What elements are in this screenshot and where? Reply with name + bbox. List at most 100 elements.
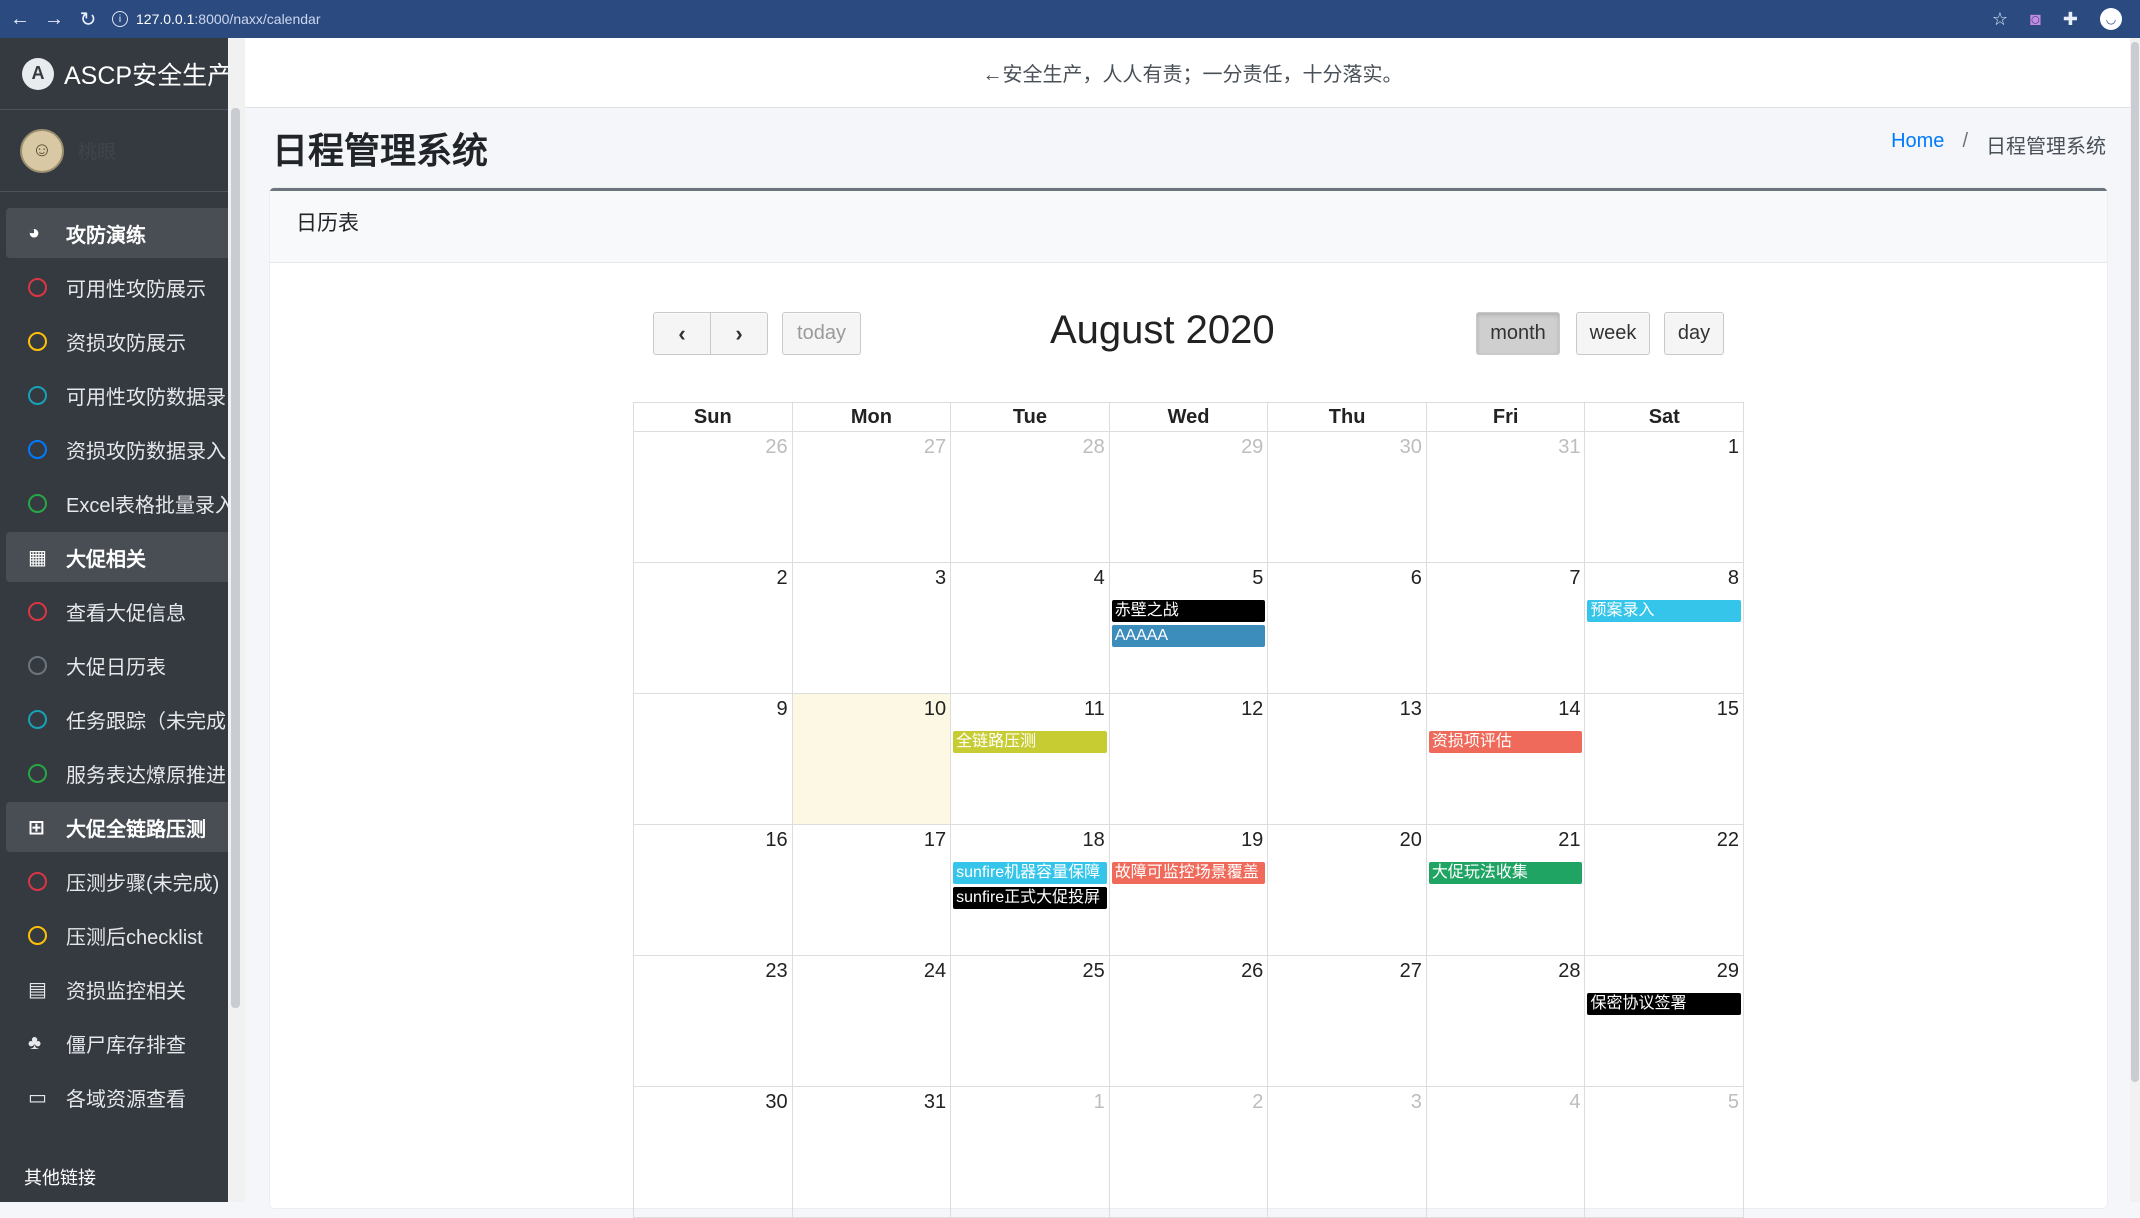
day-number[interactable]: 30 xyxy=(1400,436,1422,459)
puzzle-icon[interactable]: ✚ xyxy=(2063,9,2078,30)
back-arrow-icon[interactable]: ← xyxy=(6,5,34,33)
calendar-event[interactable]: 资损项评估 xyxy=(1428,731,1583,753)
sidebar-item[interactable]: ⊞ 大促全链路压测 xyxy=(6,802,235,852)
profile-icon[interactable]: ◡ xyxy=(2100,8,2122,30)
day-number[interactable]: 10 xyxy=(924,698,946,721)
day-number[interactable]: 31 xyxy=(924,1091,946,1114)
day-number[interactable]: 27 xyxy=(924,436,946,459)
day-number[interactable]: 5 xyxy=(1252,567,1263,590)
day-number[interactable]: 1 xyxy=(1728,436,1739,459)
day-number[interactable]: 4 xyxy=(1569,1091,1580,1114)
day-number[interactable]: 19 xyxy=(1241,829,1263,852)
calendar-day[interactable]: 1 xyxy=(950,1087,1109,1217)
calendar-day[interactable]: 1 xyxy=(1584,432,1745,562)
calendar-day[interactable]: 13 xyxy=(1267,694,1426,824)
calendar-day[interactable]: 30 xyxy=(633,1087,792,1217)
month-view-button[interactable]: month xyxy=(1476,312,1560,355)
day-number[interactable]: 3 xyxy=(1411,1091,1422,1114)
calendar-day[interactable]: 4 xyxy=(1425,1087,1585,1217)
calendar-event[interactable]: 保密协议签署 xyxy=(1587,993,1742,1015)
day-number[interactable]: 31 xyxy=(1558,436,1580,459)
calendar-event[interactable]: AAAAA xyxy=(1111,625,1266,647)
sidebar-item[interactable]: ◕ 攻防演练 xyxy=(6,208,235,258)
calendar-day[interactable]: 4 xyxy=(950,563,1109,693)
day-number[interactable]: 11 xyxy=(1084,698,1105,721)
user-panel[interactable]: ☺ 桃眼 xyxy=(0,110,235,192)
calendar-day[interactable]: 11 全链路压测 xyxy=(950,694,1109,824)
info-icon[interactable]: i xyxy=(112,11,128,27)
calendar-day[interactable]: 22 xyxy=(1584,825,1745,955)
sidebar-item[interactable]: 服务表达燎原推进 xyxy=(6,748,235,798)
day-number[interactable]: 13 xyxy=(1400,698,1422,721)
sidebar-item[interactable]: 任务跟踪（未完成 xyxy=(6,694,235,744)
sidebar-item[interactable]: 资损攻防数据录入 xyxy=(6,424,235,474)
calendar-event[interactable]: 大促玩法收集 xyxy=(1428,862,1583,884)
day-number[interactable]: 14 xyxy=(1558,698,1580,721)
calendar-event[interactable]: 预案录入 xyxy=(1587,600,1742,622)
day-number[interactable]: 21 xyxy=(1558,829,1580,852)
calendar-day[interactable]: 8 预案录入 xyxy=(1584,563,1745,693)
calendar-day[interactable]: 15 xyxy=(1584,694,1745,824)
calendar-day[interactable]: 5 xyxy=(1584,1087,1745,1217)
sidebar-item[interactable]: 可用性攻防展示 xyxy=(6,262,235,312)
sidebar-item[interactable]: 可用性攻防数据录 xyxy=(6,370,235,420)
calendar-day[interactable]: 19 故障可监控场景覆盖 xyxy=(1108,825,1268,955)
week-view-button[interactable]: week xyxy=(1576,312,1650,355)
calendar-day[interactable]: 25 xyxy=(950,956,1109,1086)
day-number[interactable]: 3 xyxy=(935,567,946,590)
day-number[interactable]: 28 xyxy=(1558,960,1580,983)
sidebar-scrollbar[interactable] xyxy=(231,108,240,1008)
day-number[interactable]: 12 xyxy=(1241,698,1263,721)
day-number[interactable]: 18 xyxy=(1082,829,1104,852)
day-number[interactable]: 6 xyxy=(1411,567,1422,590)
calendar-day[interactable]: 26 xyxy=(633,432,792,562)
calendar-day[interactable]: 18 sunfire机器容量保障 sunfire正式大促投屏 xyxy=(950,825,1109,955)
calendar-day[interactable]: 31 xyxy=(791,1087,951,1217)
day-number[interactable]: 15 xyxy=(1717,698,1739,721)
forward-arrow-icon[interactable]: → xyxy=(40,5,68,33)
day-number[interactable]: 27 xyxy=(1400,960,1422,983)
calendar-day[interactable]: 28 xyxy=(1425,956,1585,1086)
day-number[interactable]: 28 xyxy=(1082,436,1104,459)
calendar-day[interactable]: 5 赤壁之战 AAAAA xyxy=(1108,563,1268,693)
calendar-day[interactable]: 3 xyxy=(1267,1087,1426,1217)
calendar-day[interactable]: 28 xyxy=(950,432,1109,562)
calendar-event[interactable]: sunfire机器容量保障 xyxy=(953,862,1107,884)
sidebar-item[interactable]: ▦ 大促相关 xyxy=(6,532,235,582)
calendar-day[interactable]: 12 xyxy=(1108,694,1268,824)
page-scrollbar[interactable] xyxy=(2130,38,2140,1202)
breadcrumb-home-link[interactable]: Home xyxy=(1891,130,1944,159)
calendar-day[interactable]: 24 xyxy=(791,956,951,1086)
day-view-button[interactable]: day xyxy=(1664,312,1724,355)
calendar-day[interactable]: 27 xyxy=(1267,956,1426,1086)
calendar-event[interactable]: 故障可监控场景覆盖 xyxy=(1111,862,1266,884)
brand-link[interactable]: A ASCP安全生产 xyxy=(0,38,245,110)
day-number[interactable]: 9 xyxy=(776,698,787,721)
day-number[interactable]: 2 xyxy=(776,567,787,590)
next-month-button[interactable]: › xyxy=(710,312,768,355)
calendar-day[interactable]: 30 xyxy=(1267,432,1426,562)
calendar-day[interactable]: 2 xyxy=(1108,1087,1268,1217)
sidebar-item[interactable]: Excel表格批量录入 xyxy=(6,478,235,528)
calendar-day[interactable]: 3 xyxy=(791,563,951,693)
calendar-day[interactable]: 27 xyxy=(791,432,951,562)
sidebar-item[interactable]: 压测步骤(未完成) xyxy=(6,856,235,906)
day-number[interactable]: 22 xyxy=(1717,829,1739,852)
calendar-day[interactable]: 31 xyxy=(1425,432,1585,562)
calendar-day[interactable]: 20 xyxy=(1267,825,1426,955)
day-number[interactable]: 29 xyxy=(1717,960,1739,983)
calendar-event[interactable]: 赤壁之战 xyxy=(1111,600,1266,622)
sidebar-item[interactable]: 查看大促信息 xyxy=(6,586,235,636)
day-number[interactable]: 23 xyxy=(765,960,787,983)
sidebar-item[interactable]: 大促日历表 xyxy=(6,640,235,690)
sidebar-item[interactable]: ▤ 资损监控相关 xyxy=(6,964,235,1014)
day-number[interactable]: 16 xyxy=(765,829,787,852)
reload-icon[interactable]: ↻ xyxy=(74,5,102,33)
prev-month-button[interactable]: ‹ xyxy=(653,312,711,355)
calendar-event[interactable]: sunfire正式大促投屏 xyxy=(953,887,1107,909)
address-bar[interactable]: i 127.0.0.1:8000/naxx/calendar xyxy=(112,11,320,27)
day-number[interactable]: 5 xyxy=(1728,1091,1739,1114)
day-number[interactable]: 7 xyxy=(1569,567,1580,590)
calendar-day[interactable]: 2 xyxy=(633,563,792,693)
calendar-day[interactable]: 23 xyxy=(633,956,792,1086)
